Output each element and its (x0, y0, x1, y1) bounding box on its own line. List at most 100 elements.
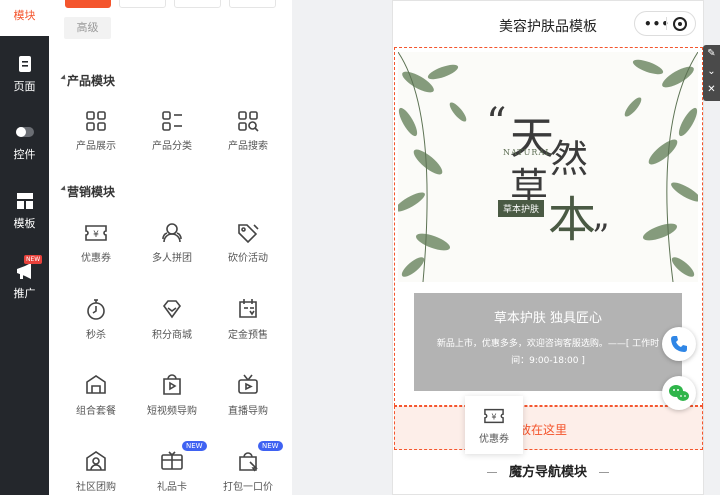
banner-tag: 草本护肤 (498, 200, 545, 217)
banner-char-ran: 然 (550, 137, 589, 181)
component-group-buy[interactable]: 多人拼团 (134, 222, 210, 292)
component-live-shopping[interactable]: 直播导购 (210, 373, 286, 443)
selected-banner-module[interactable]: “ 天 然 NATURAL 草 本 ” 草本护肤 草本护肤 独具匠心 新品上市，… (394, 47, 703, 406)
mini-program-capsule[interactable]: ••• (634, 11, 696, 36)
toggle-icon (15, 127, 34, 137)
info-body: 新品上市，优惠多多，欢迎咨询客服选购。——[ 工作时间：9:00-18:00 ] (436, 339, 660, 366)
phone-call-button[interactable] (662, 327, 696, 361)
move-down-icon[interactable]: ⌄ (703, 63, 720, 81)
bundle-icon (86, 375, 106, 394)
rail-item-label: 模板 (13, 217, 36, 230)
component-gift-card[interactable]: NEW 礼品卡 (134, 441, 210, 495)
module-control-bar: ✎ ⌄ ✕ (703, 45, 720, 101)
rail-item-control[interactable]: 控件 (0, 114, 49, 170)
component-flash-sale[interactable]: 秒杀 (58, 297, 134, 367)
component-label: 社区团购 (76, 482, 116, 493)
component-label: 打包一口价 (223, 482, 273, 493)
wechat-icon (669, 385, 689, 401)
component-label: 直播导购 (228, 406, 268, 417)
component-product-category[interactable]: 产品分类 (134, 110, 210, 180)
edit-icon[interactable]: ✎ (703, 45, 720, 63)
component-short-video[interactable]: 短视频导购 (134, 373, 210, 443)
gift-card-icon (161, 451, 183, 470)
rail-item-label: 模块 (13, 9, 36, 22)
banner-char-ben: 本 (548, 192, 597, 248)
component-label: 产品展示 (76, 141, 116, 152)
tab-advanced[interactable]: 高级 (64, 17, 111, 39)
list-icon (162, 111, 182, 131)
close-circle-icon[interactable] (673, 17, 687, 31)
capsule-divider (666, 17, 667, 30)
live-tv-icon (238, 374, 258, 394)
page-icon (18, 56, 31, 72)
phone-header: 美容护肤品模板 ••• (393, 1, 703, 47)
rail-item-label: 推广 (13, 287, 36, 300)
stopwatch-icon (87, 299, 105, 320)
template-icon (16, 193, 33, 209)
rail-item-label: 控件 (13, 148, 36, 161)
phone-icon (671, 336, 687, 352)
rail-item-module[interactable]: 模块 (0, 0, 49, 30)
diamond-icon (162, 300, 182, 319)
video-bag-icon (163, 374, 181, 395)
grid-icon (86, 111, 106, 131)
community-icon (86, 451, 106, 471)
component-label: 砍价活动 (228, 253, 268, 264)
svg-text:¥: ¥ (491, 412, 496, 422)
component-label: 短视频导购 (147, 406, 197, 417)
rail-item-page[interactable]: 页面 (0, 46, 49, 102)
wechat-button[interactable] (662, 376, 696, 410)
drag-card-label: 优惠券 (479, 434, 509, 445)
component-coupon[interactable]: ¥ 优惠券 (58, 222, 134, 292)
section-title-product: 产品模块 (67, 74, 116, 88)
component-panel: 高级 产品模块 产品展示 产品分类 产品搜索 营销模块 ¥ 优惠券 多人拼团 砍… (49, 0, 292, 495)
info-heading: 草本护肤 独具匠心 (493, 311, 603, 326)
rail-item-promote[interactable]: 推广 NEW (0, 253, 49, 309)
banner-image: “ 天 然 NATURAL 草 本 ” 草本护肤 (398, 52, 698, 282)
tab-2[interactable] (119, 0, 166, 8)
section-title-marketing: 营销模块 (67, 185, 116, 199)
component-label: 组合套餐 (76, 406, 116, 417)
package-icon (239, 452, 258, 472)
dragging-component-coupon[interactable]: ¥ 优惠券 (465, 396, 523, 454)
rail-item-template[interactable]: 模板 (0, 183, 49, 239)
presale-icon (239, 299, 257, 318)
group-icon (162, 223, 182, 243)
drop-zone[interactable]: 放在这里 (394, 406, 703, 450)
delete-icon[interactable]: ✕ (703, 81, 720, 99)
info-box: 草本护肤 独具匠心 新品上市，优惠多多，欢迎咨询客服选购。——[ 工作时间：9:… (414, 293, 682, 391)
coupon-icon: ¥ (85, 225, 107, 241)
drop-zone-text: 放在这里 (519, 423, 568, 437)
svg-text:¥: ¥ (93, 230, 99, 240)
megaphone-icon (16, 263, 31, 279)
banner-close-quote: ” (592, 217, 610, 257)
tab-basic[interactable] (65, 0, 111, 8)
nav-module-title: 魔方导航模块 (393, 461, 703, 480)
new-badge: NEW (258, 441, 283, 451)
component-presale[interactable]: 定金预售 (210, 297, 286, 367)
new-badge: NEW (182, 441, 207, 451)
component-label: 秒杀 (86, 330, 106, 341)
component-label: 礼品卡 (157, 482, 187, 493)
phone-preview: 美容护肤品模板 ••• “ 天 然 NATURAL 草 本 ” 草本护肤 草本护… (392, 0, 704, 495)
new-badge: NEW (24, 255, 43, 264)
component-label: 产品分类 (152, 141, 192, 152)
tab-4[interactable] (229, 0, 276, 8)
component-product-search[interactable]: 产品搜索 (210, 110, 286, 180)
left-rail: 模块 页面 控件 模板 推广 NEW (0, 0, 49, 495)
component-product-display[interactable]: 产品展示 (58, 110, 134, 180)
component-points-mall[interactable]: 积分商城 (134, 297, 210, 367)
component-bundle[interactable]: 组合套餐 (58, 373, 134, 443)
coupon-icon: ¥ (484, 408, 504, 424)
component-community-group[interactable]: 社区团购 (58, 449, 134, 495)
search-grid-icon (238, 111, 259, 132)
component-label: 产品搜索 (228, 141, 268, 152)
component-label: 多人拼团 (152, 253, 192, 264)
rail-item-label: 页面 (13, 80, 36, 93)
component-label: 积分商城 (152, 330, 192, 341)
component-package-price[interactable]: NEW 打包一口价 (210, 441, 286, 495)
tab-3[interactable] (174, 0, 221, 8)
bargain-icon (238, 224, 259, 244)
component-label: 定金预售 (228, 330, 268, 341)
component-bargain[interactable]: 砍价活动 (210, 222, 286, 292)
